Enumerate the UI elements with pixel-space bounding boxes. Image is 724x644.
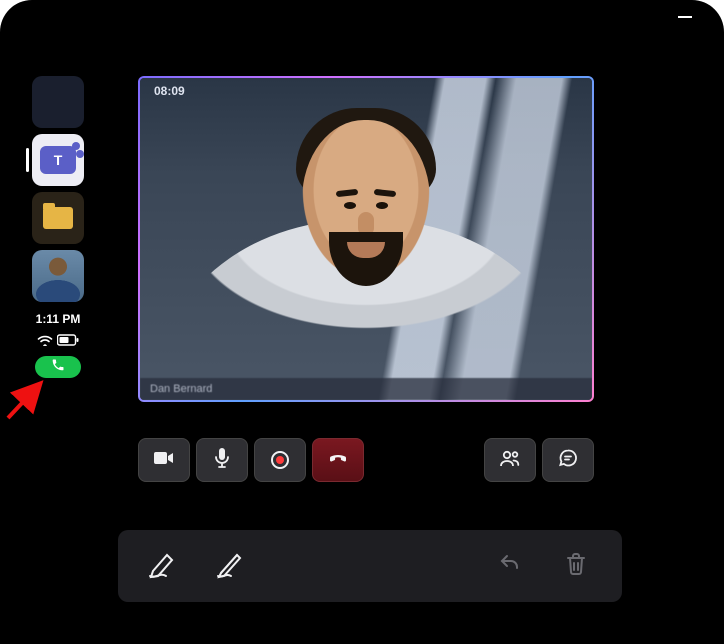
hang-up-button[interactable] — [312, 438, 364, 482]
sidebar-app-launcher[interactable] — [32, 76, 84, 128]
video-feed[interactable]: 08:09 Dan Bernard — [140, 78, 592, 400]
people-button[interactable] — [484, 438, 536, 482]
trash-icon — [565, 552, 587, 581]
app-sidebar: T 1:11 PM — [30, 76, 86, 378]
camera-icon — [153, 450, 175, 471]
delete-button[interactable] — [554, 544, 598, 588]
pen-icon — [215, 549, 245, 584]
pen-tool[interactable] — [208, 544, 252, 588]
battery-icon — [57, 334, 79, 346]
call-controls — [138, 434, 594, 486]
record-button[interactable] — [254, 438, 306, 482]
call-timer: 08:09 — [154, 84, 185, 98]
clock-label: 1:11 PM — [36, 312, 81, 326]
undo-button[interactable] — [488, 544, 532, 588]
sidebar-app-profile[interactable] — [32, 250, 84, 302]
people-icon — [499, 449, 521, 472]
participant-name-bar: Dan Bernard — [140, 378, 592, 400]
record-icon — [271, 451, 289, 469]
highlighter-tool[interactable] — [142, 544, 186, 588]
minimize-button[interactable] — [678, 16, 692, 18]
wifi-icon — [37, 334, 53, 346]
sidebar-app-teams[interactable]: T — [32, 134, 84, 186]
microphone-button[interactable] — [196, 438, 248, 482]
annotation-toolbar — [118, 530, 622, 602]
status-icons — [37, 334, 79, 346]
chat-icon — [558, 448, 578, 473]
hang-up-icon — [326, 446, 350, 475]
remote-video — [140, 78, 592, 400]
sidebar-app-files[interactable] — [32, 192, 84, 244]
device-frame: T 1:11 PM 08:09 — [0, 0, 724, 644]
folder-icon — [43, 207, 73, 229]
microphone-icon — [214, 447, 230, 474]
teams-icon: T — [40, 146, 76, 174]
video-panel: 08:09 Dan Bernard — [138, 76, 594, 402]
participant-portrait — [196, 102, 536, 390]
phone-icon — [51, 358, 65, 377]
annotation-arrow — [4, 378, 48, 422]
active-call-indicator[interactable] — [35, 356, 81, 378]
teams-icon-letter: T — [54, 152, 63, 168]
chat-button[interactable] — [542, 438, 594, 482]
avatar-icon — [32, 250, 84, 302]
camera-button[interactable] — [138, 438, 190, 482]
undo-icon — [498, 552, 522, 581]
highlighter-icon — [147, 549, 181, 584]
